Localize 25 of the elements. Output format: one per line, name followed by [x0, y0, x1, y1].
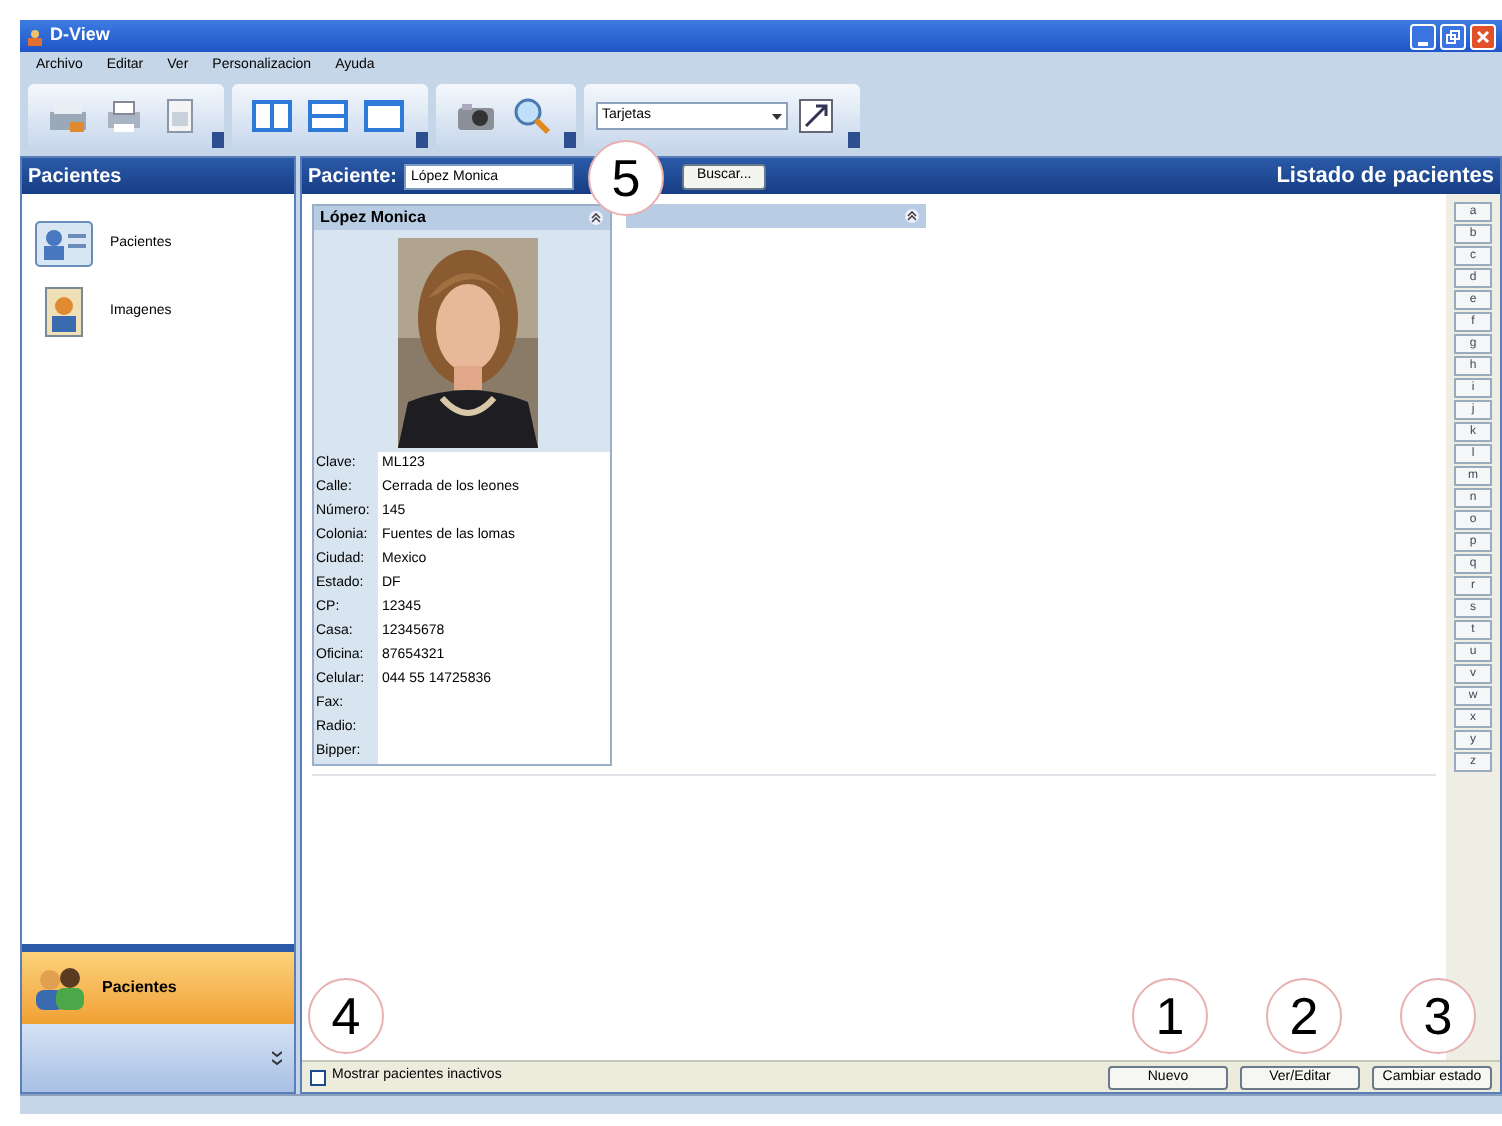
- minimize-button[interactable]: [1410, 23, 1436, 49]
- expand-chevron-icon: [272, 1050, 282, 1066]
- patient-card[interactable]: [312, 204, 612, 766]
- toolbar-grip[interactable]: [848, 132, 860, 148]
- patient-list-icon: [34, 218, 94, 270]
- app-icon: [26, 27, 44, 45]
- close-icon: [1476, 29, 1490, 43]
- maximize-button[interactable]: [1440, 23, 1466, 49]
- checkbox[interactable]: [310, 1069, 326, 1085]
- toolbar-grip[interactable]: [212, 132, 224, 148]
- toolbar-grip[interactable]: [416, 132, 428, 148]
- collapse-icon: [904, 208, 920, 224]
- people-icon: [30, 964, 90, 1012]
- card-title: López Monica: [320, 206, 426, 230]
- sidebar-header: Pacientes: [22, 158, 294, 194]
- list-title: Listado de pacientes: [1276, 161, 1494, 192]
- toolbar-grip[interactable]: [564, 132, 576, 148]
- minimize-icon: [1418, 41, 1428, 47]
- restore-icon: [1446, 29, 1460, 43]
- window-title: D-View: [50, 22, 110, 49]
- dropdown-arrow-icon: [772, 113, 782, 119]
- section-button[interactable]: Pacientes: [22, 952, 294, 1024]
- search-label: Paciente:: [308, 163, 397, 191]
- close-button[interactable]: [1470, 23, 1496, 49]
- collapse-icon: [588, 210, 604, 226]
